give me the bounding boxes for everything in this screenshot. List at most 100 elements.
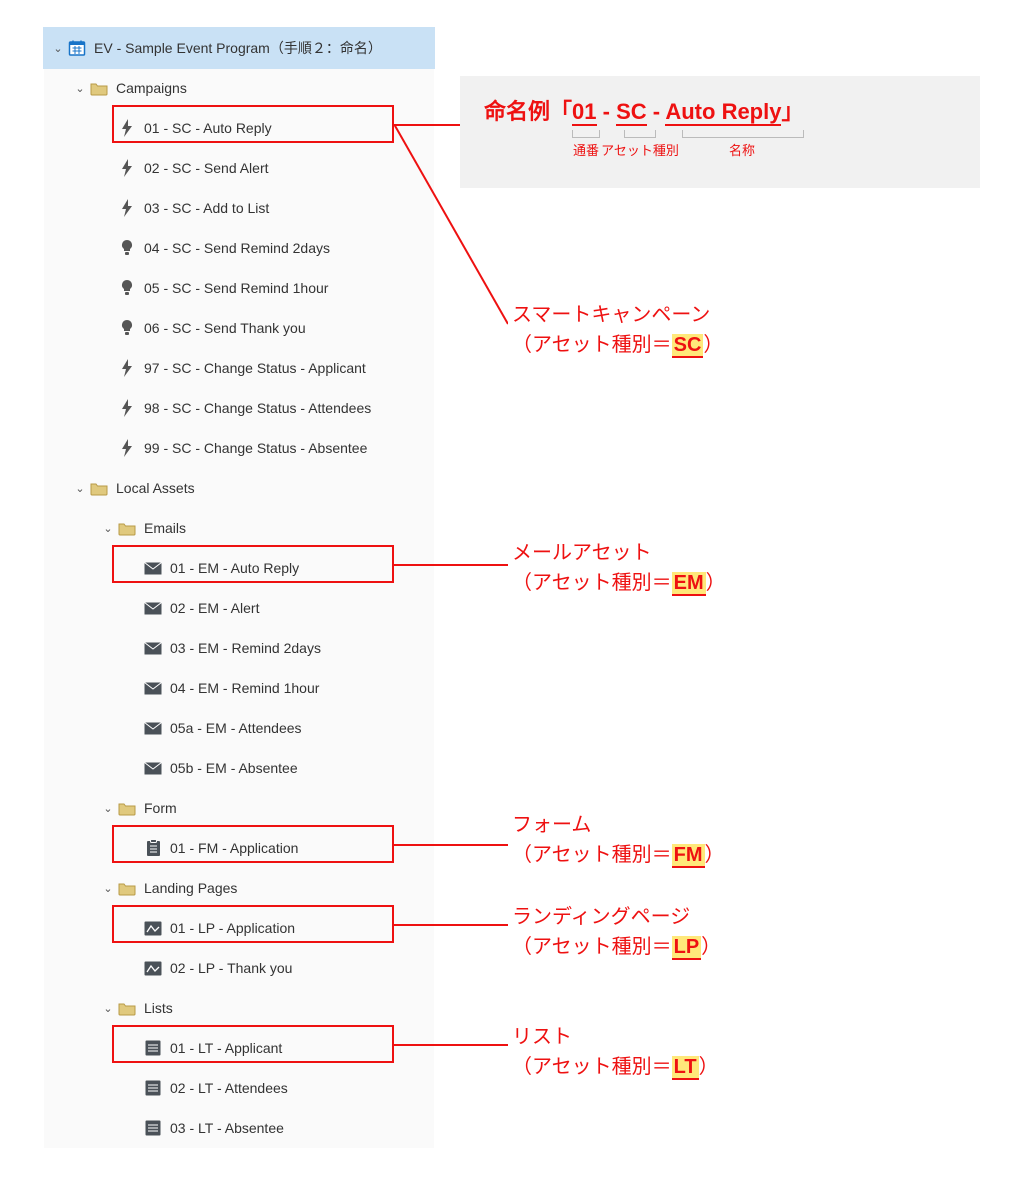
tree-node-sc[interactable]: - 02 - SC - Send Alert: [44, 148, 434, 188]
list-icon: [144, 1119, 162, 1137]
tree-node-sc[interactable]: - 03 - SC - Add to List: [44, 188, 434, 228]
tree-label: 01 - EM - Auto Reply: [170, 560, 299, 576]
caret-icon[interactable]: ⌄: [72, 482, 88, 495]
folder-icon: [118, 879, 136, 897]
folder-icon: [118, 519, 136, 537]
tree-label: 98 - SC - Change Status - Attendees: [144, 400, 371, 416]
tree-node-sc[interactable]: - 98 - SC - Change Status - Attendees: [44, 388, 434, 428]
bolt-icon: [118, 119, 136, 137]
annotation-fm: フォーム （アセット種別＝FM）: [512, 810, 725, 870]
bolt-icon: [118, 359, 136, 377]
tree-label: 02 - SC - Send Alert: [144, 160, 269, 176]
tree-node-list[interactable]: - 03 - LT - Absentee: [44, 1108, 434, 1148]
annotation-em: メールアセット （アセット種別＝EM）: [512, 538, 726, 598]
tree-label: 03 - EM - Remind 2days: [170, 640, 321, 656]
bracket-label: 通番: [573, 140, 599, 159]
folder-icon: [90, 79, 108, 97]
caret-icon[interactable]: ⌄: [100, 802, 116, 815]
annotation-lp: ランディングページ （アセット種別＝LP）: [512, 902, 721, 962]
tree-label: 01 - FM - Application: [170, 840, 298, 856]
tree-node-list[interactable]: - 01 - LT - Applicant: [44, 1028, 434, 1068]
tree-node-email[interactable]: - 01 - EM - Auto Reply: [44, 548, 434, 588]
tree-label: 04 - EM - Remind 1hour: [170, 680, 319, 696]
tree-label: 02 - LP - Thank you: [170, 960, 292, 976]
tree-label: Local Assets: [116, 480, 195, 496]
mail-icon: [144, 599, 162, 617]
tree-node-lp-folder[interactable]: ⌄ Landing Pages: [44, 868, 434, 908]
caret-icon[interactable]: ⌄: [100, 522, 116, 535]
bolt-icon: [118, 199, 136, 217]
tree-label: Emails: [144, 520, 186, 536]
tree-label: 01 - LT - Applicant: [170, 1040, 282, 1056]
tree-node-email[interactable]: - 03 - EM - Remind 2days: [44, 628, 434, 668]
bracket-label: アセット種別: [601, 140, 679, 159]
tree-node-sc[interactable]: - 06 - SC - Send Thank you: [44, 308, 434, 348]
tree-node-campaigns-folder[interactable]: ⌄ Campaigns: [44, 68, 434, 108]
folder-icon: [118, 799, 136, 817]
tree-node-sc[interactable]: - 97 - SC - Change Status - Applicant: [44, 348, 434, 388]
bolt-icon: [118, 159, 136, 177]
bulb-icon: [118, 239, 136, 257]
tree-node-list[interactable]: - 02 - LT - Attendees: [44, 1068, 434, 1108]
annotation-lt: リスト （アセット種別＝LT）: [512, 1022, 719, 1082]
list-icon: [144, 1079, 162, 1097]
tree-label: 02 - EM - Alert: [170, 600, 259, 616]
bulb-icon: [118, 319, 136, 337]
mail-icon: [144, 679, 162, 697]
tree-label: 06 - SC - Send Thank you: [144, 320, 306, 336]
page-icon: [144, 959, 162, 977]
caret-icon[interactable]: ⌄: [100, 1002, 116, 1015]
tree-label: 01 - LP - Application: [170, 920, 295, 936]
mail-icon: [144, 759, 162, 777]
calendar-icon: [68, 39, 86, 57]
tree-node-sc[interactable]: - 01 - SC - Auto Reply: [44, 108, 434, 148]
tree-node-program[interactable]: ⌄ EV - Sample Event Program（手順２：命名）: [44, 28, 434, 68]
clipboard-icon: [144, 839, 162, 857]
tree-node-lp[interactable]: - 02 - LP - Thank you: [44, 948, 434, 988]
tree-node-local-folder[interactable]: ⌄ Local Assets: [44, 468, 434, 508]
tree-node-email[interactable]: - 02 - EM - Alert: [44, 588, 434, 628]
annotation-sc: スマートキャンペーン （アセット種別＝SC）: [512, 300, 723, 360]
tree-node-lp[interactable]: - 01 - LP - Application: [44, 908, 434, 948]
callout-title: 命名例「01 - SC - Auto Reply」: [484, 94, 956, 126]
tree-label: Campaigns: [116, 80, 187, 96]
mail-icon: [144, 559, 162, 577]
callout-naming-example: 命名例「01 - SC - Auto Reply」 通番 アセット種別 名称: [460, 76, 980, 188]
tree-label: Form: [144, 800, 177, 816]
tree-node-form-folder[interactable]: ⌄ Form: [44, 788, 434, 828]
tree-label: 05 - SC - Send Remind 1hour: [144, 280, 328, 296]
tree-label: 99 - SC - Change Status - Absentee: [144, 440, 367, 456]
tree-label: 97 - SC - Change Status - Applicant: [144, 360, 366, 376]
caret-icon[interactable]: ⌄: [100, 882, 116, 895]
caret-icon[interactable]: ⌄: [50, 42, 66, 55]
tree-node-emails-folder[interactable]: ⌄ Emails: [44, 508, 434, 548]
tree-label: 03 - LT - Absentee: [170, 1120, 284, 1136]
tree-node-form[interactable]: - 01 - FM - Application: [44, 828, 434, 868]
folder-icon: [90, 479, 108, 497]
tree-label: 05a - EM - Attendees: [170, 720, 302, 736]
folder-icon: [118, 999, 136, 1017]
bolt-icon: [118, 439, 136, 457]
tree-node-email[interactable]: - 05a - EM - Attendees: [44, 708, 434, 748]
tree-label: 02 - LT - Attendees: [170, 1080, 288, 1096]
caret-icon[interactable]: ⌄: [72, 82, 88, 95]
tree-node-lists-folder[interactable]: ⌄ Lists: [44, 988, 434, 1028]
tree-label: 01 - SC - Auto Reply: [144, 120, 272, 136]
bolt-icon: [118, 399, 136, 417]
list-icon: [144, 1039, 162, 1057]
tree-label: 03 - SC - Add to List: [144, 200, 269, 216]
tree-node-sc[interactable]: - 99 - SC - Change Status - Absentee: [44, 428, 434, 468]
tree-label: Lists: [144, 1000, 173, 1016]
tree-node-email[interactable]: - 04 - EM - Remind 1hour: [44, 668, 434, 708]
bulb-icon: [118, 279, 136, 297]
tree-label: Landing Pages: [144, 880, 237, 896]
bracket-label: 名称: [729, 140, 755, 159]
tree-node-email[interactable]: - 05b - EM - Absentee: [44, 748, 434, 788]
tree-node-sc[interactable]: - 05 - SC - Send Remind 1hour: [44, 268, 434, 308]
page-icon: [144, 919, 162, 937]
tree-node-sc[interactable]: - 04 - SC - Send Remind 2days: [44, 228, 434, 268]
tree-label: 05b - EM - Absentee: [170, 760, 298, 776]
mail-icon: [144, 639, 162, 657]
tree-label: EV - Sample Event Program（手順２：命名）: [94, 38, 382, 58]
mail-icon: [144, 719, 162, 737]
